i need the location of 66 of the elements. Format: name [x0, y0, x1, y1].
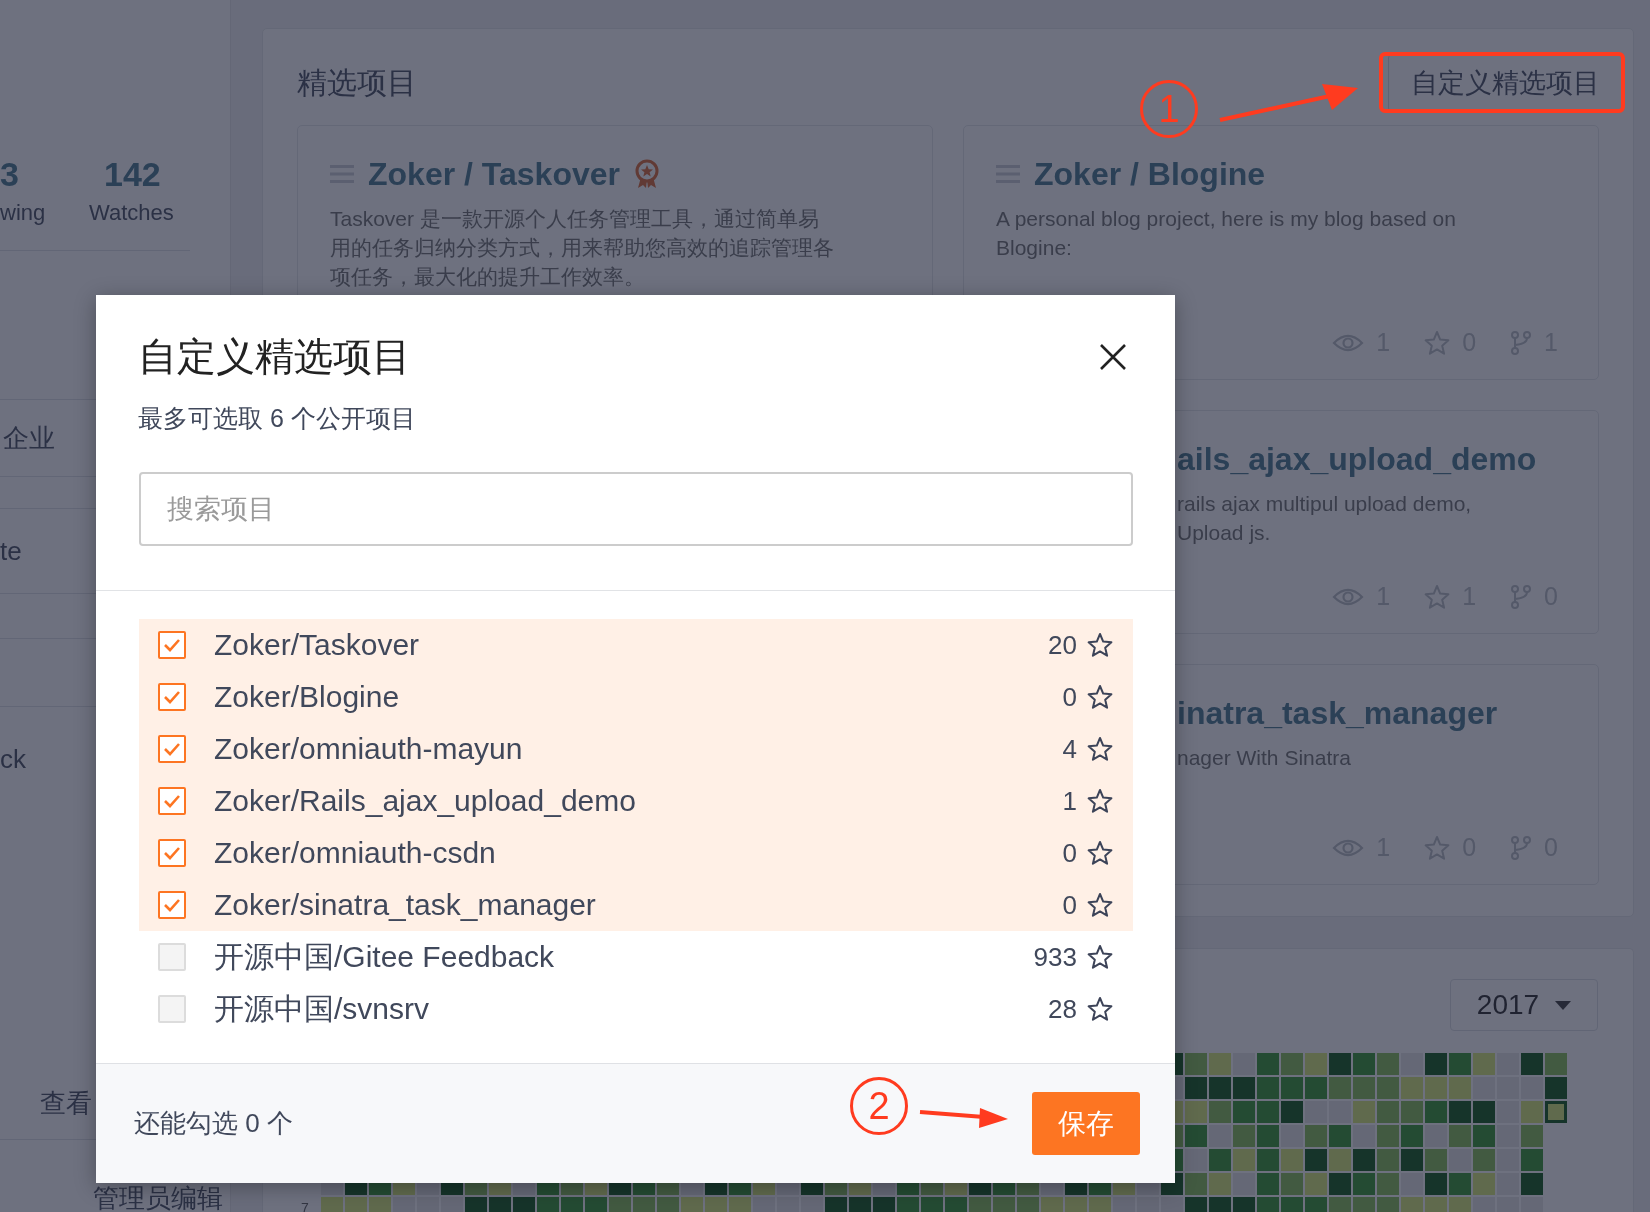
star-count: 1: [1062, 785, 1077, 817]
star-icon: [1424, 583, 1451, 610]
star-icon: [1087, 632, 1113, 658]
checkbox[interactable]: [158, 891, 186, 919]
project-option[interactable]: Zoker/Taskover 20: [139, 619, 1133, 671]
check-icon: [163, 742, 181, 756]
star-count: 20: [1048, 629, 1077, 661]
project-name: Zoker/Taskover: [214, 628, 421, 662]
star-count: 4: [1062, 733, 1077, 765]
checkbox[interactable]: [158, 683, 186, 711]
star-icon: [1087, 684, 1113, 710]
star-icon: [1087, 996, 1113, 1022]
project-name: 开源中国/svnsrv: [214, 990, 430, 1027]
remaining-count: 还能勾选 0 个: [134, 1107, 293, 1140]
check-icon: [163, 794, 181, 808]
stat-value: 3: [0, 154, 19, 195]
star-count: 933: [1033, 941, 1077, 973]
project-name: Zoker/omniauth-csdn: [214, 836, 497, 870]
project-option[interactable]: 开源中国/Gitee Feedback 933: [139, 931, 1133, 983]
project-option[interactable]: Zoker/Rails_ajax_upload_demo 1: [139, 775, 1133, 827]
eye-icon: [1332, 837, 1365, 858]
check-icon: [163, 690, 181, 704]
star-icon: [1087, 944, 1113, 970]
caret-icon: [1555, 1000, 1572, 1010]
close-icon: [1099, 343, 1127, 371]
star-icon: [1087, 736, 1113, 762]
eye-icon: [1332, 586, 1365, 607]
star-count: 0: [1062, 681, 1077, 713]
stat-label: wing: [0, 199, 46, 227]
star-icon: [1087, 840, 1113, 866]
project-name: Zoker/omniauth-mayun: [214, 732, 524, 766]
dialog-title: 自定义精选项目: [138, 334, 412, 380]
star-icon: [1424, 834, 1451, 861]
project-option[interactable]: 开源中国/svnsrv 28: [139, 983, 1133, 1035]
checkbox[interactable]: [158, 787, 186, 815]
star-icon: [1424, 329, 1451, 356]
fork-icon: [1510, 329, 1533, 356]
checkbox[interactable]: [158, 631, 186, 659]
stat-value: 142: [103, 154, 161, 195]
dialog-subtitle: 最多可选取 6 个公开项目: [138, 403, 416, 434]
checkbox[interactable]: [158, 735, 186, 763]
project-option[interactable]: Zoker/omniauth-mayun 4: [139, 723, 1133, 775]
check-icon: [163, 898, 181, 912]
project-name: Zoker/Rails_ajax_upload_demo: [214, 784, 637, 818]
fork-icon: [1510, 583, 1533, 610]
check-icon: [163, 638, 181, 652]
star-count: 0: [1062, 837, 1077, 869]
project-name: 开源中国/Gitee Feedback: [214, 938, 556, 975]
project-option[interactable]: Zoker/sinatra_task_manager 0: [139, 879, 1133, 931]
project-option[interactable]: Zoker/Blogine 0: [139, 671, 1133, 723]
star-count: 0: [1062, 889, 1077, 921]
section-title: 精选项目: [297, 64, 417, 101]
star-icon: [1087, 788, 1113, 814]
project-name: Zoker/sinatra_task_manager: [214, 888, 597, 922]
star-count: 28: [1048, 993, 1077, 1025]
fork-icon: [1510, 834, 1533, 861]
step-number: 1: [1140, 80, 1198, 138]
project-option[interactable]: Zoker/omniauth-csdn 0: [139, 827, 1133, 879]
eye-icon: [1332, 332, 1365, 353]
checkbox[interactable]: [158, 839, 186, 867]
star-icon: [1087, 892, 1113, 918]
project-name: Zoker/Blogine: [214, 680, 401, 714]
step-number: 2: [850, 1077, 908, 1135]
stat-label: Watches: [89, 199, 174, 227]
search-field[interactable]: 搜索项目: [139, 472, 1133, 546]
check-icon: [163, 846, 181, 860]
